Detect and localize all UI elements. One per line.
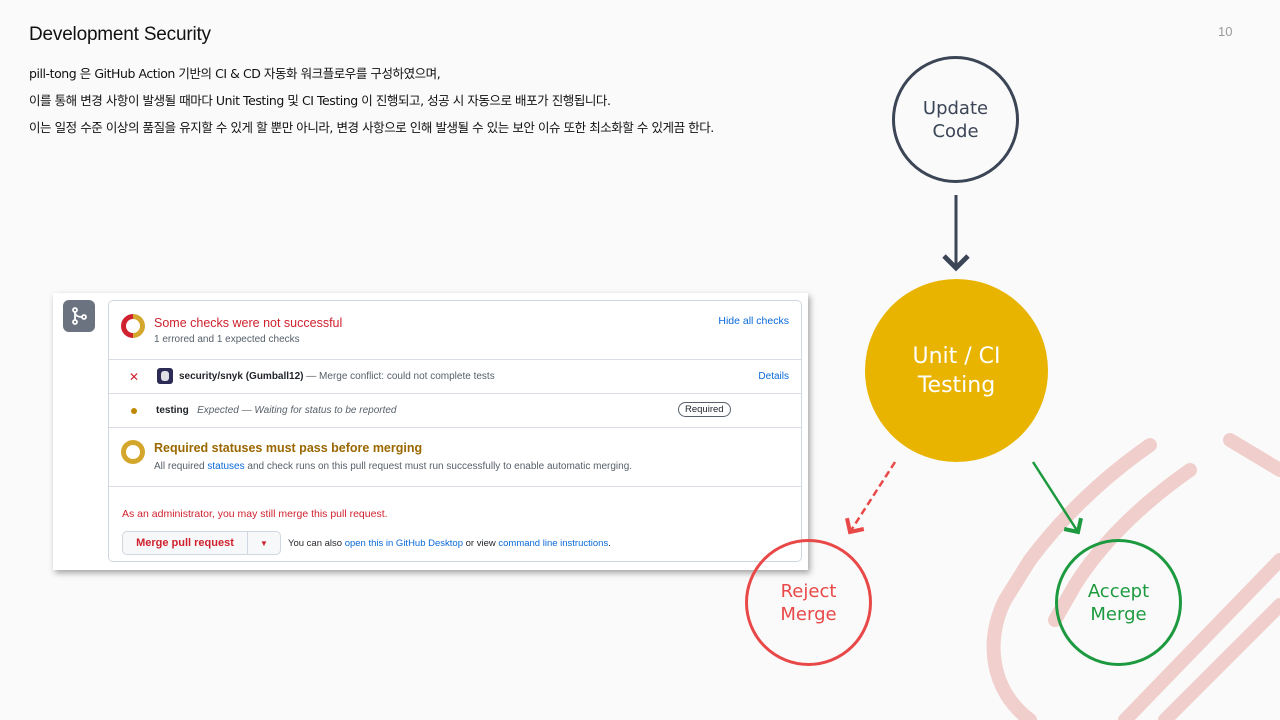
slide: Development Security 10 pill-tong 은 GitH… [0, 0, 1280, 720]
update-code-node: Update Code [892, 56, 1019, 183]
node-label: Unit / CI [912, 343, 1001, 369]
reject-merge-node: Reject Merge [745, 539, 872, 666]
node-label: Code [932, 120, 979, 142]
unit-ci-testing-node: Unit / CI Testing [865, 279, 1048, 462]
node-label: Merge [1090, 603, 1147, 625]
arrow-testing-to-accept [1031, 461, 1083, 535]
arrow-testing-to-reject [845, 461, 897, 535]
node-label: Reject [780, 580, 837, 602]
node-label: Testing [917, 372, 996, 398]
node-label: Update [922, 97, 989, 119]
node-label: Accept [1087, 580, 1150, 602]
accept-merge-node: Accept Merge [1055, 539, 1182, 666]
node-label: Merge [780, 603, 837, 625]
